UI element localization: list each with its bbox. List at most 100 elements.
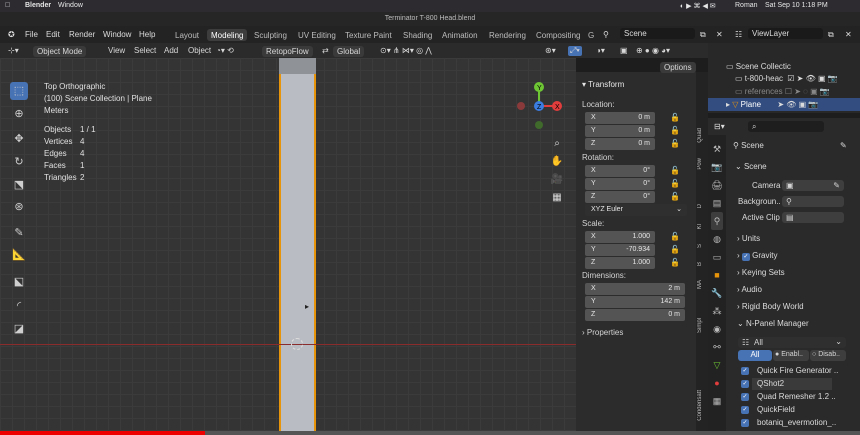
transform-icon[interactable]: ⇄ bbox=[322, 46, 329, 55]
transform-panel-header[interactable]: ▾ Transform bbox=[582, 80, 624, 89]
snap-icon[interactable]: ⊙▾ ⋔ ⋈▾ ◎ ⋀ bbox=[380, 46, 432, 55]
blender-logo-icon[interactable]: ✪ bbox=[8, 30, 15, 39]
retopoflow-button[interactable]: RetopoFlow bbox=[262, 46, 313, 57]
physics-tab-icon[interactable]: ◉ bbox=[711, 320, 723, 338]
scene-panel-header[interactable]: ⌄ Scene bbox=[735, 162, 767, 171]
pivot-icon[interactable]: ◔▾ ⟲ bbox=[216, 46, 234, 55]
mode-dropdown[interactable]: Object Mode bbox=[33, 46, 87, 57]
dimensions-y-field[interactable]: Y 142 m bbox=[585, 296, 685, 308]
lock-icon[interactable]: 🔓 bbox=[670, 179, 680, 188]
gizmo-neg-y-axis[interactable] bbox=[535, 121, 543, 129]
material-tab-icon[interactable]: ● bbox=[711, 374, 723, 392]
view-layer-selector[interactable]: ViewLayer bbox=[748, 28, 823, 39]
tab-ma[interactable]: MA bbox=[697, 280, 707, 289]
mac-app-name[interactable]: Blender bbox=[25, 2, 51, 9]
rotation-x-field[interactable]: X 0° bbox=[585, 165, 655, 177]
texture-tab-icon[interactable]: ▦ bbox=[711, 392, 723, 410]
rigid-body-panel[interactable]: › Rigid Body World bbox=[737, 302, 804, 311]
tab-animation[interactable]: Animation bbox=[438, 29, 482, 41]
background-scene-field[interactable]: ⚲ bbox=[782, 196, 844, 207]
orientation-dropdown[interactable]: Global bbox=[333, 46, 365, 57]
tab-sculpting[interactable]: Sculpting bbox=[250, 29, 291, 41]
properties-panel-header[interactable]: › Properties bbox=[582, 328, 623, 337]
menu-help[interactable]: Help bbox=[139, 30, 155, 39]
lock-icon[interactable]: 🔓 bbox=[670, 192, 680, 201]
tab-rendering[interactable]: Rendering bbox=[485, 29, 530, 41]
mac-clock[interactable]: Sat Sep 10 1:18 PM bbox=[765, 2, 828, 9]
tab-texture-paint[interactable]: Texture Paint bbox=[341, 29, 396, 41]
pin-icon[interactable]: ✎ bbox=[840, 141, 847, 150]
tab-layout[interactable]: Layout bbox=[171, 29, 203, 41]
tool-tab-icon[interactable]: ⚒ bbox=[711, 140, 723, 158]
addon-checkbox[interactable]: ✓ bbox=[741, 380, 749, 388]
outliner-item[interactable]: ▭ t-800-heac ☑ ➤ 👁 ▣ 📷 bbox=[735, 74, 838, 83]
options-dropdown[interactable]: Options bbox=[660, 62, 696, 73]
filter-dropdown[interactable]: ☷ All ⌄ bbox=[738, 337, 846, 348]
object-tab-icon[interactable]: ■ bbox=[711, 266, 723, 284]
mac-user[interactable]: Roman bbox=[735, 2, 758, 9]
visibility-icon[interactable]: ⊛▾ bbox=[545, 46, 556, 55]
lock-icon[interactable]: 🔓 bbox=[670, 139, 680, 148]
ortho-grid-icon[interactable]: ▦ bbox=[550, 189, 564, 207]
menu-window[interactable]: Window bbox=[103, 30, 131, 39]
properties-search-input[interactable]: ⌕ bbox=[748, 121, 824, 132]
bend-tool-icon[interactable]: ◜ bbox=[10, 297, 28, 315]
gizmo-toggle-icon[interactable]: ⤢▾ bbox=[568, 46, 582, 56]
add-cube-tool-icon[interactable]: ⬕ bbox=[10, 273, 28, 291]
tab-compositing[interactable]: Compositing bbox=[532, 29, 584, 41]
dimensions-z-field[interactable]: Z 0 m bbox=[585, 309, 685, 321]
modifier-tab-icon[interactable]: 🔧 bbox=[711, 284, 723, 302]
select-tool-icon[interactable]: ⬚ bbox=[10, 82, 28, 100]
scale-z-field[interactable]: Z 1.000 bbox=[585, 257, 655, 269]
navigation-gizmo[interactable]: Y X Z bbox=[510, 78, 570, 138]
scene-tab-icon[interactable]: ⚲ bbox=[711, 212, 723, 230]
menu-file[interactable]: File bbox=[25, 30, 38, 39]
measure-tool-icon[interactable]: 📐 bbox=[10, 246, 28, 264]
audio-panel[interactable]: › Audio bbox=[737, 285, 762, 294]
rotation-z-field[interactable]: Z 0° bbox=[585, 191, 655, 203]
units-panel[interactable]: › Units bbox=[737, 234, 760, 243]
cursor-tool-icon[interactable]: ⊕ bbox=[10, 105, 28, 123]
camera-view-icon[interactable]: 🎥 bbox=[550, 171, 564, 189]
plane-object[interactable] bbox=[279, 58, 316, 432]
tab-pow[interactable]: Pow bbox=[697, 158, 707, 170]
location-x-field[interactable]: X 0 m bbox=[585, 112, 655, 124]
shading-modes-icon[interactable]: ⊕ ● ◉ ◕▾ bbox=[636, 46, 670, 55]
pan-hand-icon[interactable]: ✋ bbox=[550, 153, 564, 171]
tab-d[interactable]: D bbox=[697, 204, 707, 208]
outliner-item-plane[interactable]: ▸ ▽ Plane ➤ 👁 ▣ 📷 bbox=[726, 100, 818, 109]
remove-scene-icon[interactable]: ✕ bbox=[716, 30, 723, 39]
mac-menu-window[interactable]: Window bbox=[58, 2, 83, 9]
scene-icon[interactable]: ⚲ bbox=[603, 30, 609, 39]
zoom-icon[interactable]: ⌕ bbox=[550, 135, 564, 153]
lock-icon[interactable]: 🔓 bbox=[670, 113, 680, 122]
addon-checkbox[interactable]: ✓ bbox=[741, 393, 749, 401]
scale-y-field[interactable]: Y -70.934 bbox=[585, 244, 655, 256]
tab-g[interactable]: G bbox=[584, 29, 598, 41]
view-layer-icon[interactable]: ☷ bbox=[735, 30, 742, 39]
output-tab-icon[interactable]: 🖨 bbox=[711, 176, 723, 194]
move-tool-icon[interactable]: ✥ bbox=[10, 130, 28, 148]
lock-icon[interactable]: 🔓 bbox=[670, 258, 680, 267]
visibility-toggles-icon[interactable]: ☐ ➤ ◌ ▣ 📷 bbox=[785, 87, 830, 96]
view-layer-tab-icon[interactable]: ▤ bbox=[711, 194, 723, 212]
copy-view-layer-icon[interactable]: ⧉ bbox=[828, 30, 834, 40]
tab-uv-editing[interactable]: UV Editing bbox=[294, 29, 340, 41]
dimensions-x-field[interactable]: X 2 m bbox=[585, 283, 685, 295]
3d-cursor[interactable] bbox=[291, 338, 303, 350]
status-icons[interactable]: ◐ ▶ ⌘ ◀ ✉ bbox=[680, 2, 716, 10]
outliner-root[interactable]: ▭ Scene Collectic bbox=[726, 62, 791, 71]
scale-tool-icon[interactable]: ⬔ bbox=[10, 176, 28, 194]
lock-icon[interactable]: 🔓 bbox=[670, 126, 680, 135]
menu-edit[interactable]: Edit bbox=[46, 30, 60, 39]
n-panel-manager-panel[interactable]: ⌄ N-Panel Manager bbox=[737, 319, 809, 328]
location-z-field[interactable]: Z 0 m bbox=[585, 138, 655, 150]
gravity-checkbox[interactable]: ✓ bbox=[741, 253, 750, 261]
visibility-toggles-icon[interactable]: ☑ ➤ 👁 ▣ 📷 bbox=[787, 74, 837, 83]
tab-condensatt[interactable]: Condensatt bbox=[697, 390, 707, 421]
menu-render[interactable]: Render bbox=[69, 30, 95, 39]
camera-field[interactable]: ▣ ✎ bbox=[782, 180, 844, 191]
xray-icon[interactable]: ▣ bbox=[620, 46, 628, 55]
filter-enabled-tab[interactable]: ● Enabl.. bbox=[773, 350, 809, 361]
world-tab-icon[interactable]: ◍ bbox=[711, 230, 723, 248]
